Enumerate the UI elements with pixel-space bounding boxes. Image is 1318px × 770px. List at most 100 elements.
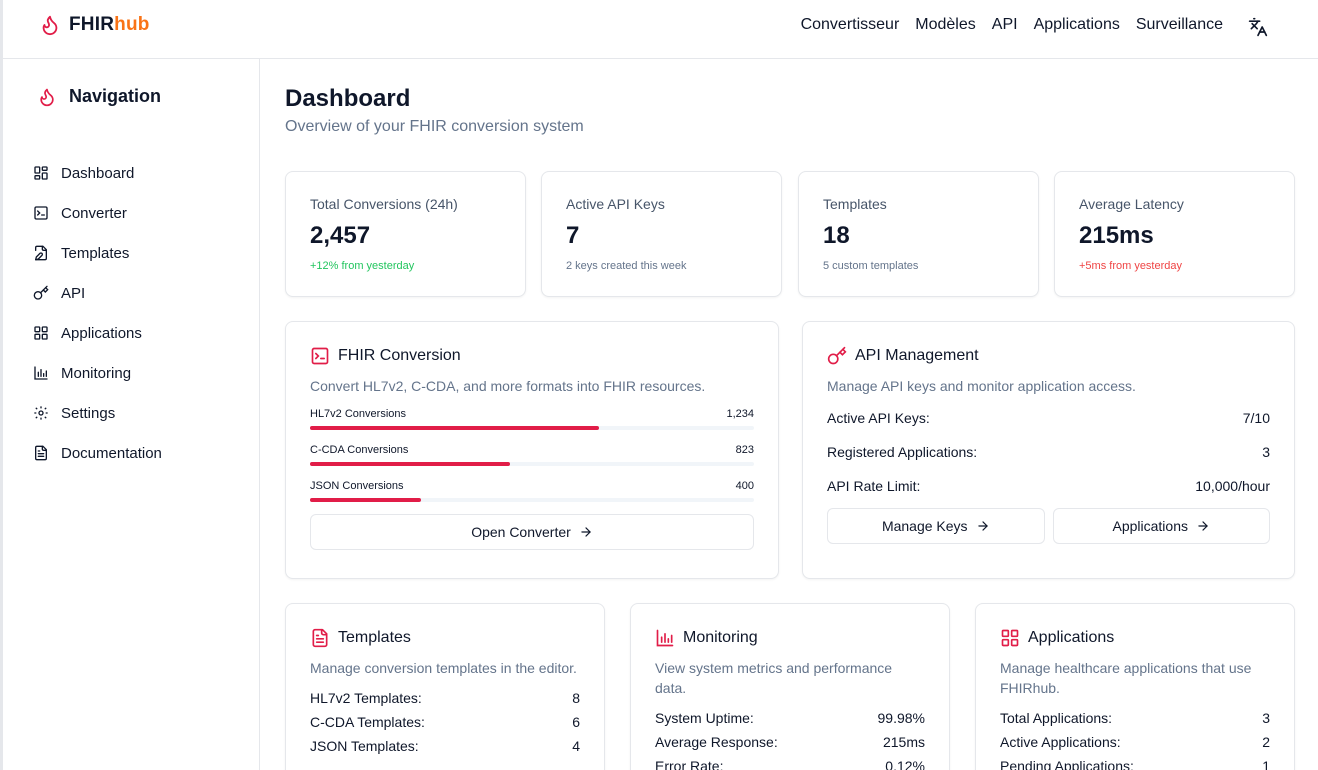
bar-label: C-CDA Conversions xyxy=(310,444,409,456)
sidebar-item-label: Converter xyxy=(61,204,127,222)
monitoring-row: Error Rate: 0.12% xyxy=(655,758,925,770)
translate-icon[interactable] xyxy=(1248,17,1268,37)
flame-icon xyxy=(42,15,58,36)
sidebar-item-label: Settings xyxy=(61,404,116,422)
sidebar-item-applications[interactable]: Applications xyxy=(33,313,162,353)
stat-value: 18 xyxy=(823,222,850,249)
bar-value: 823 xyxy=(735,444,754,456)
terminal-icon xyxy=(311,347,329,365)
sidebar-item-templates[interactable]: Templates xyxy=(33,233,162,273)
stat-label: Templates xyxy=(823,196,887,212)
api-row: API Rate Limit: 10,000/hour xyxy=(827,478,1270,494)
stat-note: +12% from yesterday xyxy=(310,260,415,272)
top-bar: FHIRhub Convertisseur Modèles API Applic… xyxy=(0,0,1318,59)
gear-icon xyxy=(34,406,48,420)
manage-keys-button[interactable]: Manage Keys xyxy=(827,508,1045,544)
topnav-modeles[interactable]: Modèles xyxy=(915,16,975,34)
topnav-api[interactable]: API xyxy=(992,16,1018,34)
applications-row: Active Applications: 2 xyxy=(1000,734,1270,750)
card-header: Applications xyxy=(1000,628,1270,648)
sidebar-item-monitoring[interactable]: Monitoring xyxy=(33,353,162,393)
topnav-surveillance[interactable]: Surveillance xyxy=(1136,16,1223,34)
applications-row: Total Applications: 3 xyxy=(1000,710,1270,726)
file-edit-icon xyxy=(35,245,47,261)
bar-track xyxy=(310,462,754,466)
sidebar-item-label: Dashboard xyxy=(61,164,135,182)
applications-button[interactable]: Applications xyxy=(1052,508,1270,544)
button-label: Applications xyxy=(1112,518,1189,534)
stat-label: Average Latency xyxy=(1079,196,1184,212)
sidebar-header: Navigation xyxy=(37,86,161,107)
document-icon xyxy=(312,628,328,648)
card-header: Templates xyxy=(310,628,580,648)
api-row: Active API Keys: 7/10 xyxy=(827,410,1270,426)
sidebar-item-converter[interactable]: Converter xyxy=(33,193,162,233)
stat-card-templates: Templates 18 5 custom templates xyxy=(798,171,1039,297)
dashboard-icon xyxy=(34,166,48,180)
bar-value: 400 xyxy=(735,480,754,492)
card-description: Convert HL7v2, C-CDA, and more formats i… xyxy=(310,378,706,394)
bar-track xyxy=(310,498,754,502)
sidebar-item-label: API xyxy=(61,284,86,302)
bar-fill xyxy=(310,498,421,502)
arrow-right-icon xyxy=(977,521,988,531)
sidebar: Navigation Dashboard Converter Templates… xyxy=(0,59,260,770)
button-label: Open Converter xyxy=(471,524,571,540)
api-actions: Manage Keys Applications xyxy=(827,508,1270,544)
bar-fill xyxy=(310,426,599,430)
logo-text: FHIRhub xyxy=(69,14,150,35)
open-converter-button[interactable]: Open Converter xyxy=(310,514,754,550)
document-icon xyxy=(35,445,47,461)
sidebar-item-label: Monitoring xyxy=(61,364,132,382)
sidebar-item-api[interactable]: API xyxy=(33,273,162,313)
card-header: FHIR Conversion xyxy=(310,346,754,366)
sidebar-item-label: Applications xyxy=(61,324,142,342)
sidebar-item-label: Templates xyxy=(61,244,130,262)
sidebar-title: Navigation xyxy=(69,86,162,106)
monitoring-card: Monitoring View system metrics and perfo… xyxy=(630,603,950,770)
stat-label: Total Conversions (24h) xyxy=(310,196,458,212)
bar-fill xyxy=(310,462,510,466)
conversion-bar-ccda: C-CDA Conversions 823 xyxy=(310,444,754,466)
card-title: API Management xyxy=(855,347,979,364)
sidebar-item-settings[interactable]: Settings xyxy=(33,393,162,433)
flame-icon xyxy=(40,88,54,106)
fhir-conversion-card: FHIR Conversion Convert HL7v2, C-CDA, an… xyxy=(285,321,779,579)
monitoring-row: System Uptime: 99.98% xyxy=(655,710,925,726)
card-description: Manage healthcare applications that use … xyxy=(1000,660,1252,696)
stat-card-conversions: Total Conversions (24h) 2,457 +12% from … xyxy=(285,171,526,297)
bar-label: JSON Conversions xyxy=(310,480,404,492)
stat-value: 7 xyxy=(566,222,580,249)
top-nav: Convertisseur Modèles API Applications S… xyxy=(801,16,1223,34)
sidebar-item-dashboard[interactable]: Dashboard xyxy=(33,153,162,193)
key-icon xyxy=(827,346,847,365)
stat-note: +5ms from yesterday xyxy=(1079,260,1183,272)
stat-note: 2 keys created this week xyxy=(566,260,687,272)
page-title: Dashboard xyxy=(285,85,411,112)
bar-label: HL7v2 Conversions xyxy=(310,408,406,420)
bar-chart-icon xyxy=(34,366,48,380)
button-label: Manage Keys xyxy=(881,518,968,534)
applications-row: Pending Applications: 1 xyxy=(1000,758,1270,770)
templates-card: Templates Manage conversion templates in… xyxy=(285,603,605,770)
grid-icon xyxy=(1001,629,1019,647)
stat-value: 2,457 xyxy=(310,222,371,249)
grid-icon xyxy=(34,326,48,340)
stat-card-latency: Average Latency 215ms +5ms from yesterda… xyxy=(1054,171,1295,297)
sidebar-item-documentation[interactable]: Documentation xyxy=(33,433,162,473)
api-management-card: API Management Manage API keys and monit… xyxy=(802,321,1295,579)
templates-row: C-CDA Templates: 6 xyxy=(310,714,580,730)
topnav-applications[interactable]: Applications xyxy=(1034,16,1120,34)
stat-label: Active API Keys xyxy=(566,196,665,212)
templates-row: JSON Templates: 4 xyxy=(310,738,580,754)
logo[interactable]: FHIRhub xyxy=(39,14,150,36)
arrow-right-icon xyxy=(581,527,591,537)
page-subtitle: Overview of your FHIR conversion system xyxy=(285,118,584,135)
stat-value: 215ms xyxy=(1079,222,1154,249)
topnav-convertisseur[interactable]: Convertisseur xyxy=(801,16,900,34)
templates-row: HL7v2 Templates: 8 xyxy=(310,690,580,706)
sidebar-nav: Dashboard Converter Templates API Applic… xyxy=(33,153,162,473)
stat-card-api-keys: Active API Keys 7 2 keys created this we… xyxy=(541,171,782,297)
card-title: Templates xyxy=(338,629,411,646)
monitoring-row: Average Response: 215ms xyxy=(655,734,925,750)
